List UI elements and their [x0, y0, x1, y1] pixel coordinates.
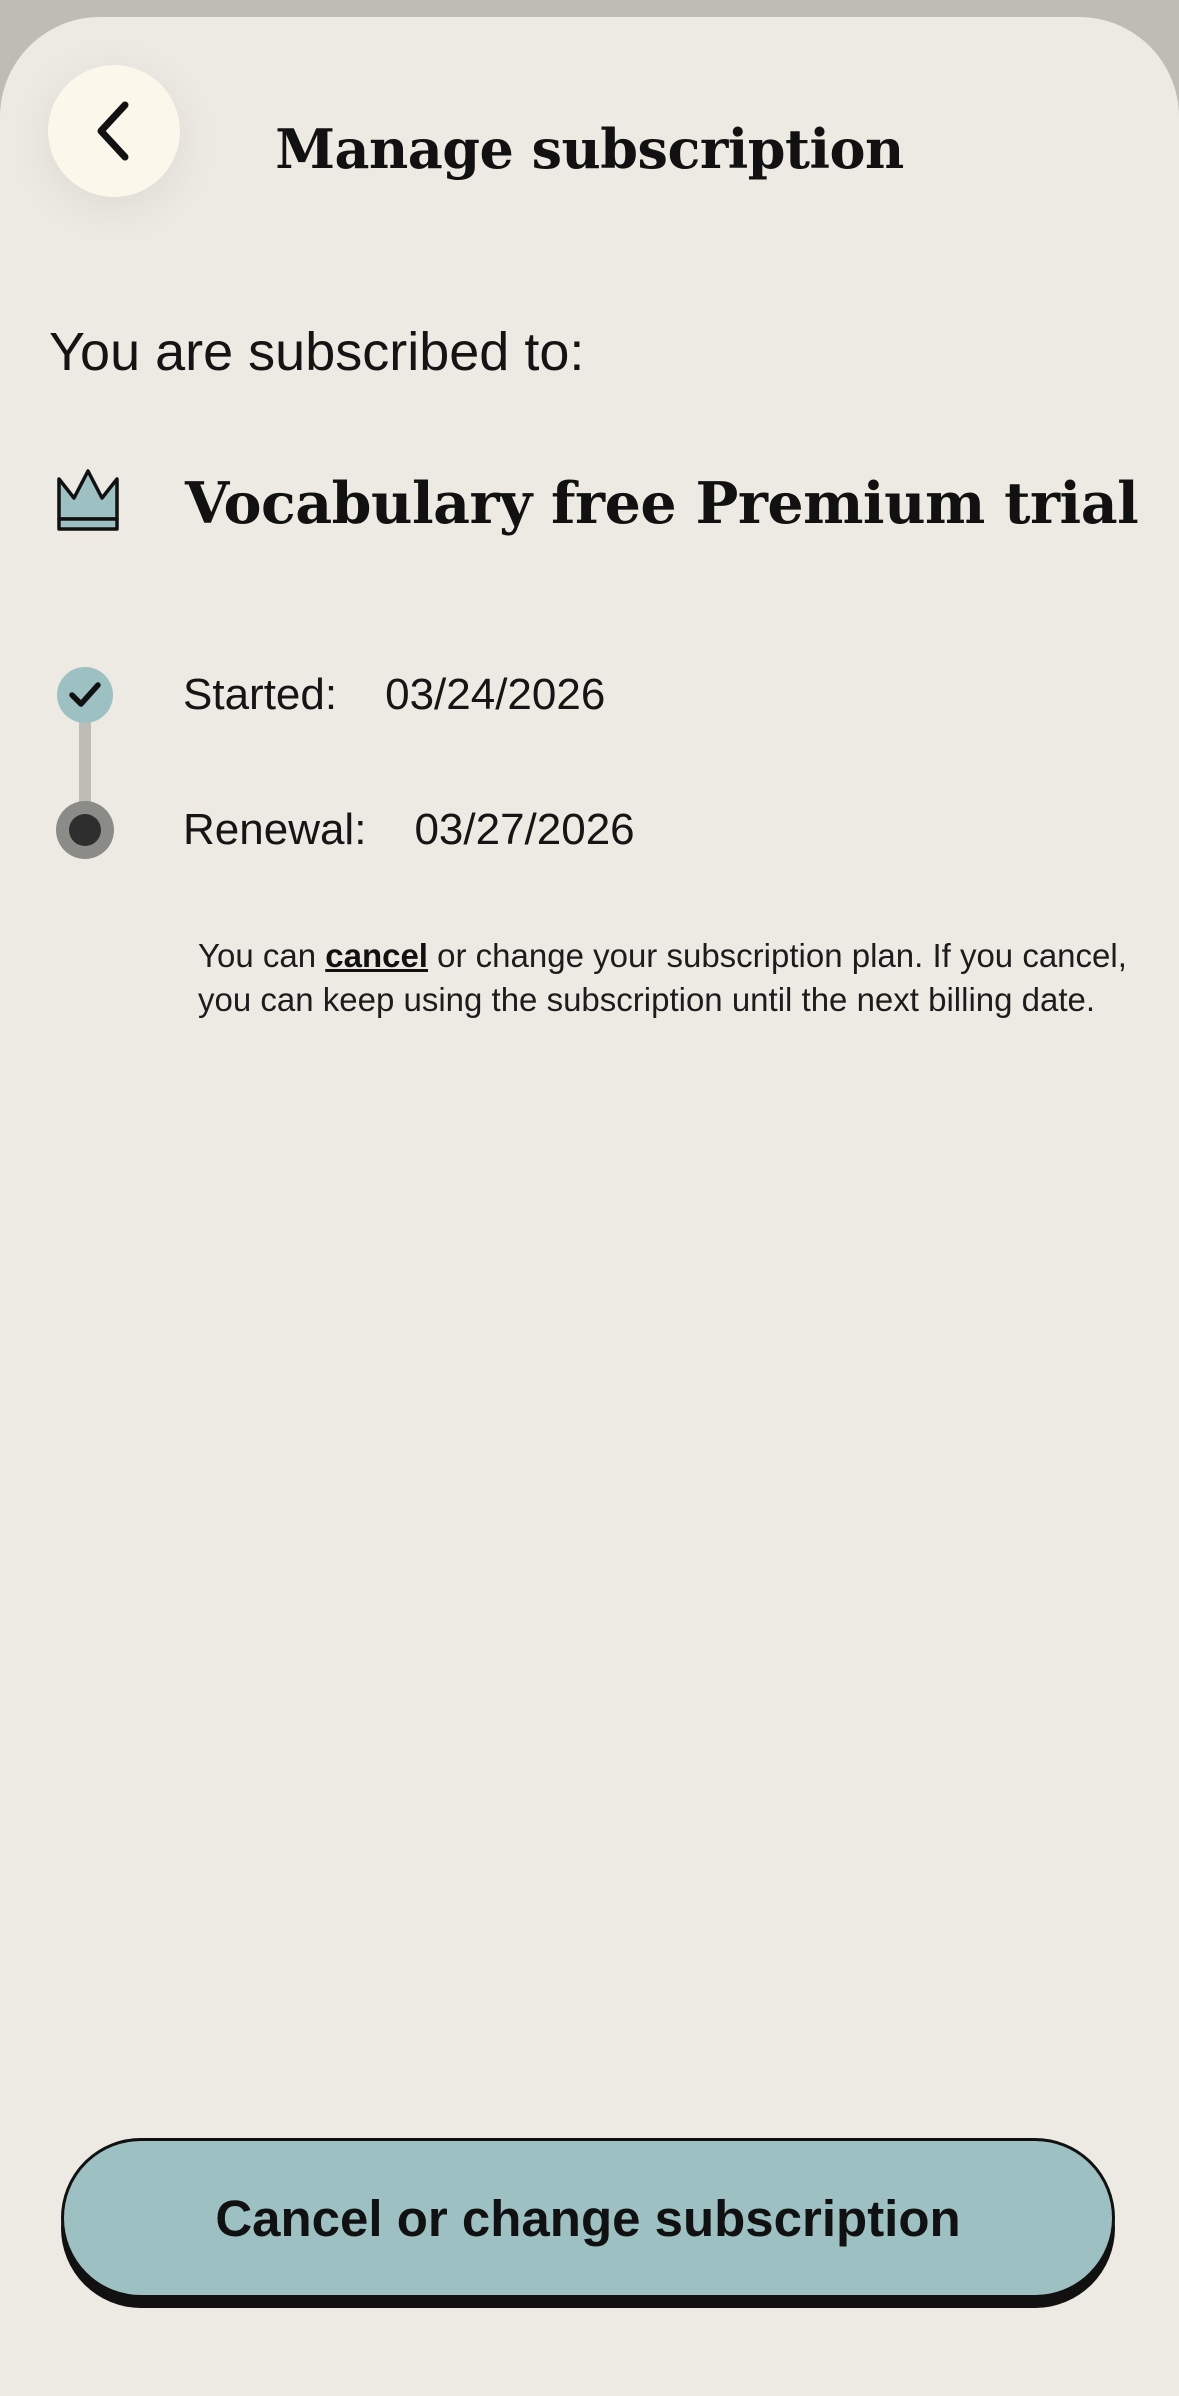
started-status-dot [57, 667, 113, 723]
cancel-link[interactable]: cancel [325, 937, 428, 974]
subscription-sheet: Manage subscription You are subscribed t… [0, 17, 1179, 2396]
renewal-date: 03/27/2026 [414, 805, 635, 854]
started-date: 03/24/2026 [385, 670, 606, 719]
check-icon [69, 682, 101, 707]
renewal-label: Renewal: [183, 805, 367, 854]
crown-icon [57, 469, 119, 531]
subscribed-label: You are subscribed to: [49, 322, 585, 382]
renewal-status-dot [56, 801, 114, 859]
started-row: Started: 03/24/2026 [183, 667, 605, 723]
renewal-row: Renewal: 03/27/2026 [183, 802, 635, 858]
subscription-info-text: You can cancel or change your subscripti… [198, 934, 1128, 1022]
plan-name: Vocabulary free Premium trial [185, 470, 1139, 537]
page-title: Manage subscription [275, 117, 904, 181]
info-prefix: You can [198, 937, 326, 974]
started-label: Started: [183, 670, 338, 719]
cancel-or-change-subscription-button[interactable]: Cancel or change subscription [61, 2138, 1115, 2298]
dot-icon [69, 814, 101, 846]
